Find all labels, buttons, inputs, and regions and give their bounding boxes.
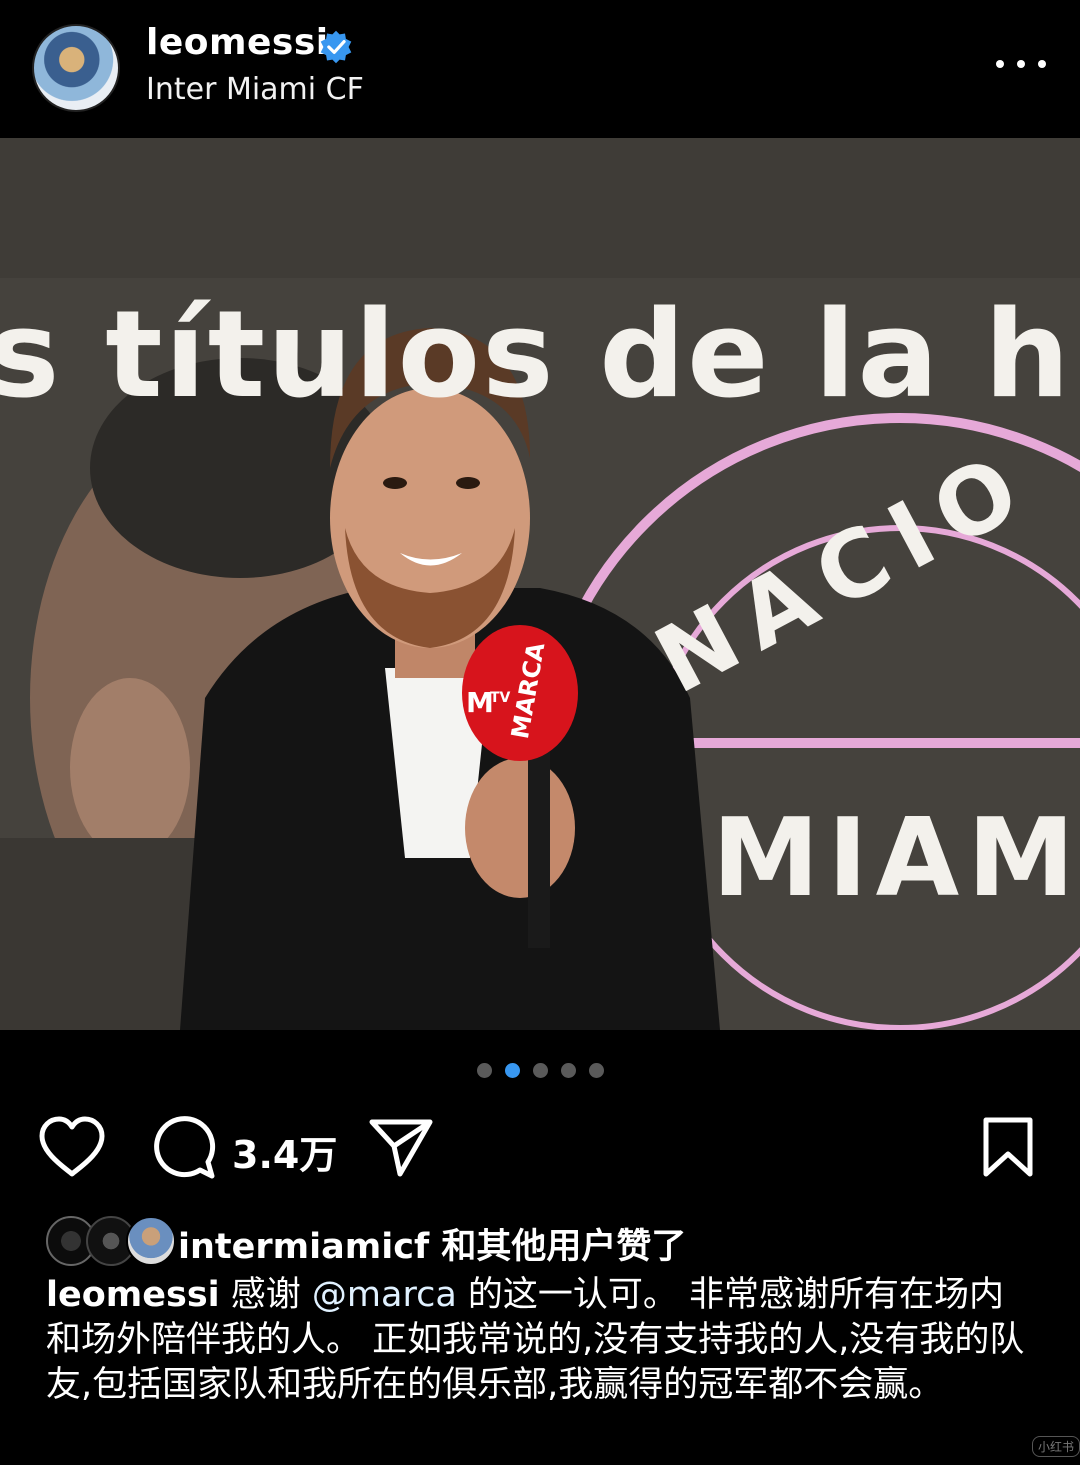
post-username[interactable]: leomessi bbox=[146, 22, 329, 63]
liked-by-row[interactable]: intermiamicf 和其他用户赞了 bbox=[46, 1216, 1046, 1269]
carousel-indicator bbox=[477, 1063, 604, 1078]
verified-badge-icon bbox=[320, 30, 352, 64]
carousel-dot[interactable] bbox=[477, 1063, 492, 1078]
liked-by-text[interactable]: intermiamicf 和其他用户赞了 bbox=[178, 1218, 686, 1269]
liker-avatars bbox=[46, 1216, 176, 1266]
screen-headline-text: s títulos de la hist bbox=[0, 286, 1080, 425]
carousel-dot-active[interactable] bbox=[505, 1063, 520, 1078]
post-header: leomessi Inter Miami CF bbox=[0, 0, 1080, 138]
profile-avatar[interactable] bbox=[32, 24, 120, 112]
carousel-dot[interactable] bbox=[589, 1063, 604, 1078]
liker-avatar bbox=[126, 1216, 176, 1266]
heart-icon[interactable] bbox=[38, 1116, 106, 1178]
comment-count[interactable]: 3.4万 bbox=[232, 1124, 337, 1179]
caption-mention[interactable]: @marca bbox=[312, 1275, 457, 1315]
bookmark-icon[interactable] bbox=[980, 1116, 1036, 1180]
share-icon[interactable] bbox=[368, 1116, 434, 1178]
post-location[interactable]: Inter Miami CF bbox=[146, 72, 364, 107]
caption-text-1: 感谢 bbox=[219, 1275, 312, 1315]
sign-text-mid: MIAM bbox=[712, 796, 1080, 921]
post-image[interactable]: s títulos de la hist NACIO MIAM M TV MAR… bbox=[0, 138, 1080, 1030]
post-caption: leomessi 感谢 @marca 的这一认可。 非常感谢所有在场内和场外陪伴… bbox=[46, 1273, 1036, 1408]
caption-username[interactable]: leomessi bbox=[46, 1275, 220, 1315]
watermark: 小红书 bbox=[1032, 1436, 1080, 1457]
carousel-dot[interactable] bbox=[533, 1063, 548, 1078]
post-actions-bar: 3.4万 bbox=[0, 1112, 1080, 1182]
comment-icon[interactable] bbox=[150, 1114, 216, 1180]
more-options-icon[interactable] bbox=[996, 44, 1046, 84]
carousel-dot[interactable] bbox=[561, 1063, 576, 1078]
mic-tv-label: TV bbox=[490, 690, 511, 706]
